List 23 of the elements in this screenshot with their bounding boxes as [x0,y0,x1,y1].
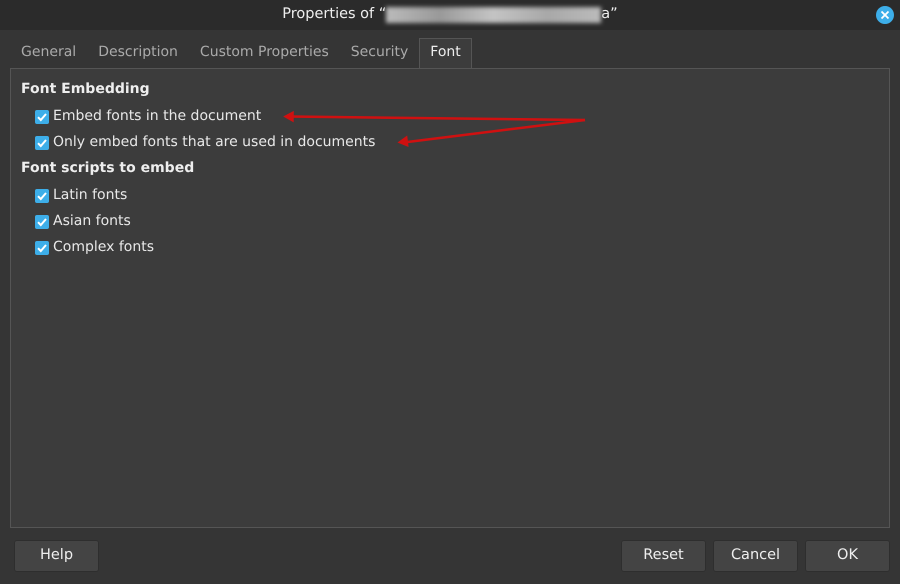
checkbox[interactable] [35,188,49,202]
checkbox-label[interactable]: Embed fonts in the document [53,106,262,127]
tab[interactable]: General [10,38,88,68]
checkbox-label[interactable]: Latin fonts [53,185,128,206]
checkbox-label[interactable]: Complex fonts [53,237,154,258]
dialog-button[interactable]: Help [14,540,99,572]
checkbox-label[interactable]: Asian fonts [53,211,131,232]
checkbox[interactable] [35,214,49,228]
checkbox-label[interactable]: Only embed fonts that are used in documents [53,132,376,153]
window-title: Properties of “ a” [282,5,618,25]
checkbox[interactable] [35,110,49,124]
tab[interactable]: Description [87,38,189,68]
dialog-button[interactable]: OK [805,540,890,572]
dialog-button[interactable]: Cancel [713,540,798,572]
dialog-button[interactable]: Reset [621,540,706,572]
tab[interactable]: Security [340,38,420,68]
section-heading: Font Embedding [21,80,151,99]
tab[interactable]: Font [419,38,472,68]
checkbox[interactable] [35,240,49,254]
tab[interactable]: Custom Properties [188,38,340,68]
checkbox[interactable] [35,136,49,150]
section-heading: Font scripts to embed [21,159,196,178]
close-icon[interactable] [876,6,894,24]
